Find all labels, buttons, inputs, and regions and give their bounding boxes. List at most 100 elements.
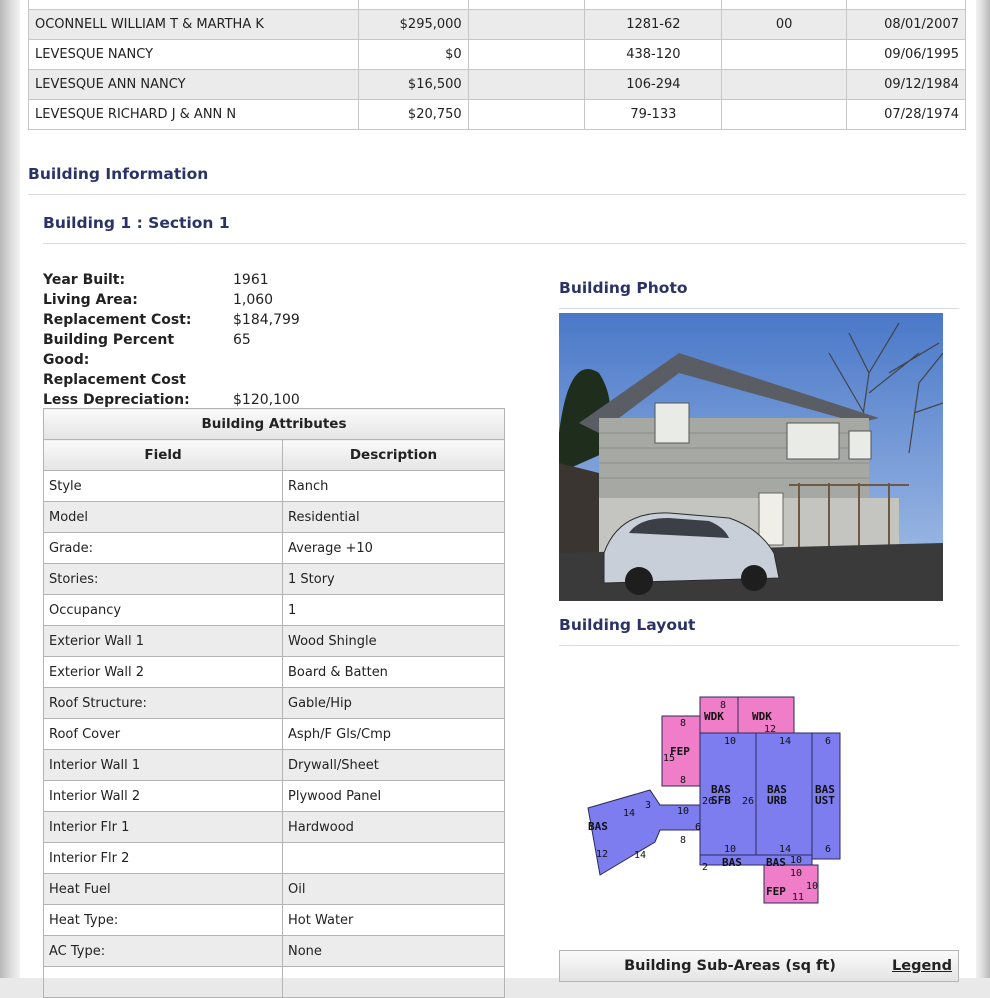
fact-label: Year Built: [43,272,126,288]
attribute-description: 1 [282,594,505,626]
owner-cell-book-page: 79-133 [584,99,723,130]
attribute-field: Interior Flr 2 [43,842,283,874]
owner-row: $... [28,0,966,10]
fact-label: Living Area: [43,292,138,308]
sketch-label: UST [815,794,835,807]
building-section-heading: Building 1 : Section 1 [43,214,230,232]
owner-cell-instrument [721,99,848,130]
attribute-row: Grade: Average +10 [43,532,505,564]
owner-cell-book-page [584,0,723,10]
sketch-dim: 6 [825,844,831,855]
attribute-row: Occupancy 1 [43,594,505,626]
sketch-dim: 26 [742,796,754,807]
sketch-dim: 12 [596,849,608,860]
attribute-description [282,842,505,874]
building-photo [559,313,943,601]
sketch-label: BAS [766,856,786,869]
owner-cell-owner: LEVESQUE ANN NANCY [28,69,359,100]
legend-link[interactable]: Legend [892,958,952,974]
fact-value: 1,060 [233,292,274,308]
sketch-dim: 10 [677,806,689,817]
attribute-description: Average +10 [282,532,505,564]
sketch-label: BAS [722,856,742,869]
sketch-dim: 10 [790,855,802,866]
owner-row: LEVESQUE ANN NANCY $16,500 106-294 09/12/19… [28,69,966,100]
attribute-row [43,966,505,998]
attribute-row: Style Ranch [43,470,505,502]
attribute-row: Heat Type: Hot Water [43,904,505,936]
owner-cell-cert [467,99,586,130]
building-layout-heading: Building Layout [559,616,696,634]
sketch-dim: 11 [792,892,804,903]
fact-label: Less Depreciation: [43,392,190,408]
owner-cell-instrument [721,69,848,100]
owner-cell-book-page: 106-294 [584,69,723,100]
sketch-label: WDK [704,710,724,723]
building-information-heading: Building Information [28,165,209,183]
sketch-dim: 8 [680,835,686,846]
owner-cell-date: 08/01/2007 [846,9,966,40]
owner-cell-date: 09/12/1984 [846,69,966,100]
attribute-description: Hardwood [282,811,505,843]
fact-value: $120,100 [233,392,300,408]
attribute-field: Exterior Wall 1 [43,625,283,657]
owner-cell-book-page: 438-120 [584,39,723,70]
attribute-row: Roof Cover Asph/F Gls/Cmp [43,718,505,750]
owner-cell-owner [28,0,359,10]
owner-cell-cert [467,69,586,100]
attribute-row: Interior Wall 1 Drywall/Sheet [43,749,505,781]
sub-areas-title: Building Sub-Areas (sq ft) [624,958,836,974]
attribute-field: Grade: [43,532,283,564]
attribute-field: AC Type: [43,935,283,967]
column-header-field: Field [43,439,283,471]
attribute-field: Interior Wall 2 [43,780,283,812]
column-header-description: Description [282,439,505,471]
sketch-dim: 10 [724,736,736,747]
sketch-label: WDK [752,710,772,723]
divider [28,194,966,195]
owner-cell-price: $295,000 [357,9,469,40]
owner-cell-cert [467,9,586,40]
attribute-description: Oil [282,873,505,905]
attribute-row: Exterior Wall 1 Wood Shingle [43,625,505,657]
attribute-field: Interior Wall 1 [43,749,283,781]
sketch-dim: 10 [790,868,802,879]
attribute-row: Roof Structure: Gable/Hip [43,687,505,719]
attribute-field: Exterior Wall 2 [43,656,283,688]
owner-cell-date [846,0,966,10]
attribute-description: 1 Story [282,563,505,595]
attribute-description: Hot Water [282,904,505,936]
sketch-dim: 2 [702,862,708,873]
attribute-row: AC Type: None [43,935,505,967]
owner-cell-owner: LEVESQUE RICHARD J & ANN N [28,99,359,130]
owner-cell-cert [467,39,586,70]
attribute-field: Roof Cover [43,718,283,750]
divider [43,243,966,244]
sketch-dim: 14 [779,844,791,855]
sketch-dim: 14 [779,736,791,747]
sketch-dim: 15 [663,753,675,764]
attribute-description [282,966,505,998]
sketch-dim: 3 [645,800,651,811]
attribute-description: Asph/F Gls/Cmp [282,718,505,750]
attribute-row: Interior Flr 2 [43,842,505,874]
fact-value: 65 [233,332,251,348]
sketch-dim: 8 [680,718,686,729]
divider [559,645,959,646]
sketch-dim: 14 [623,808,635,819]
owner-row: LEVESQUE RICHARD J & ANN N $20,750 79-133 0… [28,99,966,130]
sketch-dim: 6 [695,822,701,833]
owner-cell-price: $0 [357,39,469,70]
attribute-field [43,966,283,998]
sketch-dim: 6 [825,736,831,747]
attribute-field: Occupancy [43,594,283,626]
attribute-field: Heat Type: [43,904,283,936]
ownership-history-table: $...OCONNELL WILLIAM T & MARTHA K$295,00… [28,0,966,130]
owner-cell-price: $... [357,0,469,10]
fact-value: $184,799 [233,312,300,328]
attribute-description: Ranch [282,470,505,502]
attribute-description: Drywall/Sheet [282,749,505,781]
attribute-description: None [282,935,505,967]
divider [559,308,959,309]
owner-cell-instrument [721,0,848,10]
